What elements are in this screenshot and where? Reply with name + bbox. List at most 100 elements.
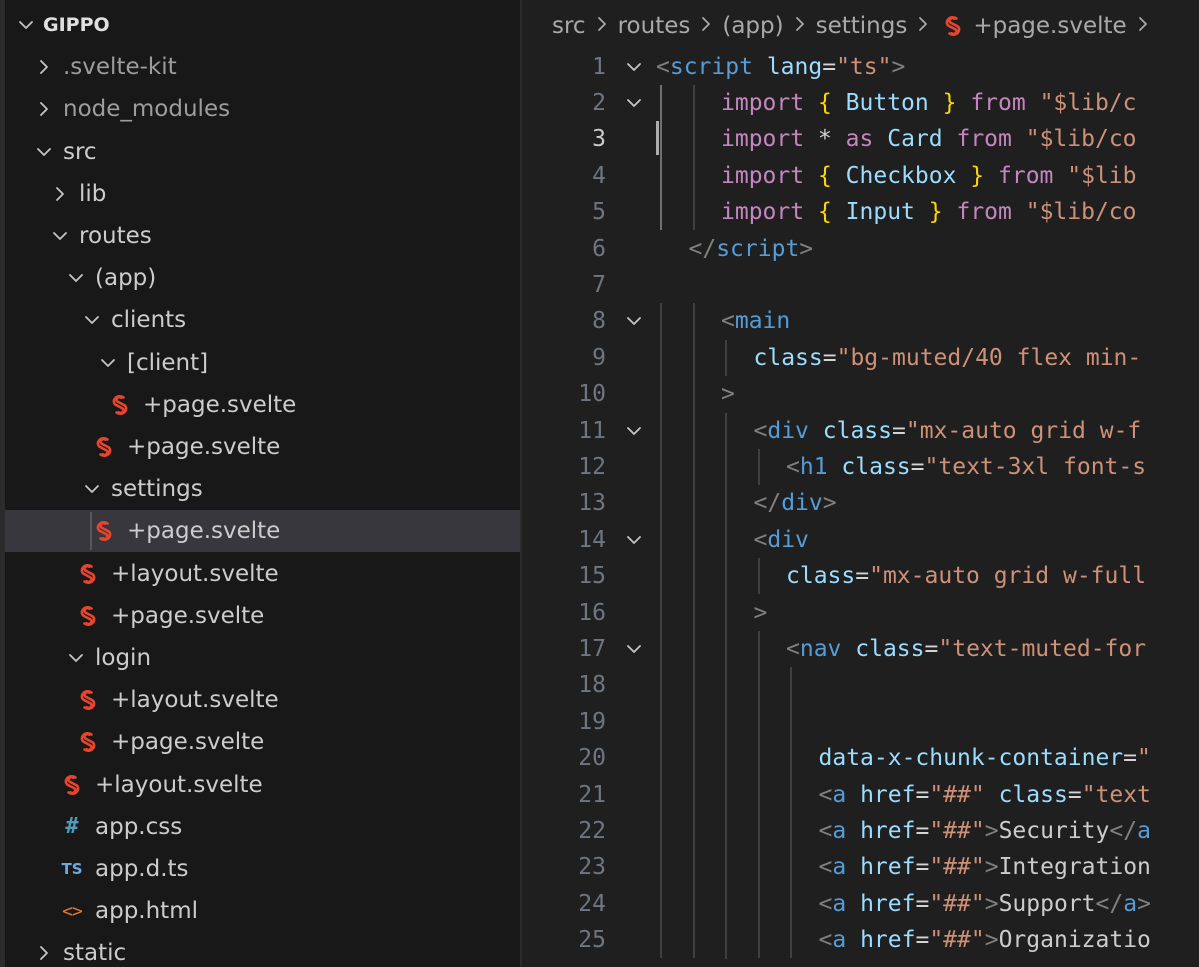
- line-number: 14: [578, 526, 606, 553]
- code-token: "##": [929, 927, 985, 954]
- code-line[interactable]: 9 class="bg-muted/40 flex min-: [522, 340, 1199, 376]
- code-line[interactable]: 10 >: [522, 376, 1199, 412]
- file-item-page-svelte[interactable]: +page.svelte: [5, 384, 520, 426]
- tree-item-label: src: [63, 138, 97, 165]
- folder-item-clients[interactable]: clients: [5, 299, 520, 341]
- code-line[interactable]: 25 <a href="##">Organizatio: [522, 922, 1199, 958]
- code-token: "$lib: [1067, 162, 1137, 189]
- folder-item-node-modules[interactable]: node_modules: [5, 88, 520, 130]
- code-text: >: [721, 376, 735, 412]
- code-line[interactable]: 19: [522, 704, 1199, 740]
- folder-item-settings[interactable]: settings: [5, 468, 520, 510]
- code-line[interactable]: 22 <a href="##">Security</a: [522, 813, 1199, 849]
- code-token: </: [1095, 890, 1124, 917]
- tree-item-label: +page.svelte: [127, 434, 281, 460]
- chevron-down-icon: [81, 477, 103, 501]
- html-file-icon: <>: [62, 900, 83, 922]
- code-token: }: [928, 199, 943, 226]
- folder-item-src[interactable]: src: [5, 131, 520, 173]
- tree-item-label: app.d.ts: [95, 856, 189, 882]
- code-line[interactable]: 2 import { Button } from "$lib/c: [522, 85, 1199, 121]
- code-line[interactable]: 14 <div: [522, 522, 1199, 558]
- code-line[interactable]: 3 import * as Card from "$lib/co: [522, 121, 1199, 157]
- file-item-layout-svelte[interactable]: +layout.svelte: [5, 553, 520, 595]
- folder-item-routes[interactable]: routes: [5, 215, 520, 257]
- code-line[interactable]: 16 >: [522, 595, 1199, 631]
- code-area[interactable]: 1 <script lang="ts"> 2 import { Button } fr…: [522, 0, 1199, 967]
- indent-guide: [692, 303, 695, 959]
- folder-item-client[interactable]: [client]: [5, 342, 520, 384]
- code-line[interactable]: 5 import { Input } from "$lib/co: [522, 194, 1199, 230]
- code-line[interactable]: 23 <a href="##">Integration: [522, 849, 1199, 885]
- code-token: =: [1123, 745, 1137, 772]
- code-line[interactable]: 13 </div>: [522, 485, 1199, 521]
- fold-chevron-icon[interactable]: [622, 419, 646, 443]
- file-item-layout-svelte[interactable]: +layout.svelte: [5, 764, 520, 806]
- code-line[interactable]: 20 data-x-chunk-container=": [522, 740, 1199, 776]
- code-text: >: [754, 595, 768, 631]
- code-token: a: [832, 817, 847, 844]
- code-line[interactable]: 17 <nav class="text-muted-for: [522, 631, 1199, 667]
- folder-item-svelte-kit[interactable]: .svelte-kit: [5, 46, 520, 88]
- fold-chevron-icon[interactable]: [622, 55, 646, 79]
- folder-item-app[interactable]: (app): [5, 257, 520, 299]
- indent-guide: [757, 448, 760, 486]
- code-token: lang: [766, 53, 823, 80]
- code-line[interactable]: 21 <a href="##" class="text: [522, 777, 1199, 813]
- code-token: >: [984, 854, 999, 881]
- code-line[interactable]: 18: [522, 667, 1199, 703]
- folder-item-login[interactable]: login: [5, 637, 520, 679]
- code-line[interactable]: 1 <script lang="ts">: [522, 49, 1199, 85]
- code-text: <div class="mx-auto grid w-f: [754, 413, 1142, 449]
- fold-chevron-icon[interactable]: [622, 528, 646, 552]
- chevron-right-icon: [49, 182, 71, 206]
- line-number: 13: [578, 490, 606, 517]
- file-item-app-html[interactable]: <> app.html: [5, 890, 520, 932]
- code-token: Card: [887, 126, 943, 153]
- code-editor[interactable]: src routes (app) settings +page.svelte 1 <scr…: [522, 0, 1199, 967]
- folder-item-static[interactable]: static: [5, 932, 520, 967]
- code-token: script: [669, 53, 753, 80]
- code-token: >: [891, 53, 906, 80]
- code-line[interactable]: 12 <h1 class="text-3xl font-s: [522, 449, 1199, 485]
- code-token: Security: [998, 817, 1110, 844]
- code-line[interactable]: 6 </script>: [522, 231, 1199, 267]
- svelte-file-icon: [77, 604, 99, 628]
- indent-guide: [757, 630, 760, 959]
- file-item-layout-svelte[interactable]: +layout.svelte: [5, 679, 520, 721]
- code-token: script: [716, 235, 800, 262]
- code-line[interactable]: 15 class="mx-auto grid w-full: [522, 558, 1199, 594]
- explorer-root-gippo[interactable]: GIPPO: [5, 4, 520, 46]
- code-line[interactable]: 24 <a href="##">Support</a>: [522, 886, 1199, 922]
- code-line[interactable]: 4 import { Checkbox } from "$lib: [522, 158, 1199, 194]
- text-cursor: [656, 121, 659, 155]
- code-token: class: [786, 563, 856, 590]
- line-number: 18: [578, 672, 606, 699]
- code-line[interactable]: 7: [522, 267, 1199, 303]
- file-item-app-d-ts[interactable]: TS app.d.ts: [5, 848, 520, 890]
- line-number: 15: [578, 563, 606, 590]
- fold-chevron-icon[interactable]: [622, 309, 646, 333]
- code-line[interactable]: 11 <div class="mx-auto grid w-f: [522, 413, 1199, 449]
- file-item-page-svelte[interactable]: +page.svelte: [5, 721, 520, 763]
- code-token: a: [832, 890, 847, 917]
- tree-item-label: +page.svelte: [143, 391, 297, 418]
- fold-chevron-icon[interactable]: [622, 91, 646, 115]
- fold-chevron-icon[interactable]: [622, 637, 646, 661]
- line-number: 20: [578, 745, 606, 772]
- folder-item-lib[interactable]: lib: [5, 173, 520, 215]
- tree-item-label: .svelte-kit: [63, 54, 177, 81]
- code-token: href: [860, 927, 916, 954]
- code-token: nav: [799, 635, 842, 662]
- file-item-app-css[interactable]: # app.css: [5, 806, 520, 848]
- file-item-page-svelte[interactable]: +page.svelte: [5, 426, 520, 468]
- code-line[interactable]: 8 <main: [522, 303, 1199, 339]
- file-item-page-svelte[interactable]: +page.svelte: [5, 595, 520, 637]
- file-item-page-svelte[interactable]: +page.svelte: [5, 510, 520, 553]
- code-token: class: [998, 781, 1068, 808]
